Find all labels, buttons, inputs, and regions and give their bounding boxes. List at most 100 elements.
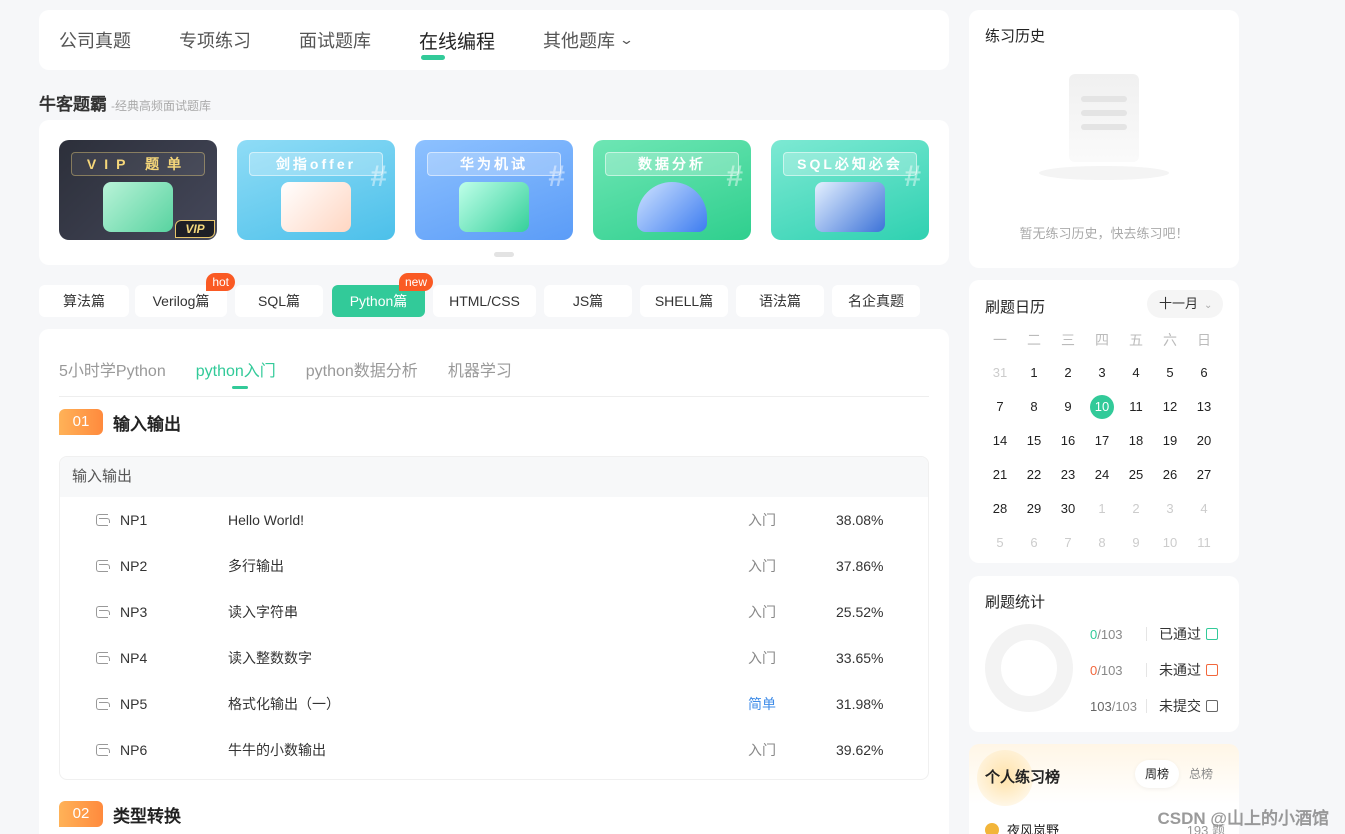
carousel-indicator[interactable] — [494, 252, 514, 257]
table-row[interactable]: NP2 多行输出 入门 37.86% — [60, 543, 928, 589]
calendar-day[interactable]: 7 — [1051, 526, 1085, 560]
subtab-ml[interactable]: 机器学习 — [448, 357, 512, 381]
table-row[interactable]: NP6 牛牛的小数输出 入门 39.62% — [60, 727, 928, 773]
tab-total[interactable]: 总榜 — [1179, 760, 1223, 788]
stat-count: 103/103 — [1090, 699, 1146, 714]
question-title[interactable]: Hello World! — [228, 512, 304, 528]
rank-tabs: 周榜 总榜 — [1135, 760, 1223, 788]
calendar-day[interactable]: 18 — [1119, 424, 1153, 458]
calendar-day[interactable]: 9 — [1119, 526, 1153, 560]
calendar-day[interactable]: 7 — [983, 390, 1017, 424]
day-number: 6 — [1200, 365, 1208, 380]
question-title[interactable]: 牛牛的小数输出 — [228, 740, 326, 760]
cat-algorithm[interactable]: 算法篇 — [39, 285, 129, 317]
calendar-day[interactable]: 6 — [1187, 356, 1221, 390]
calendar-day[interactable]: 20 — [1187, 424, 1221, 458]
calendar-day[interactable]: 2 — [1051, 356, 1085, 390]
calendar-day[interactable]: 6 — [1017, 526, 1051, 560]
cat-sql[interactable]: SQL篇 — [235, 285, 323, 317]
calendar-day[interactable]: 3 — [1153, 492, 1187, 526]
calendar-day[interactable]: 2 — [1119, 492, 1153, 526]
calendar-day[interactable]: 30 — [1051, 492, 1085, 526]
calendar-day[interactable]: 21 — [983, 458, 1017, 492]
table-row[interactable]: NP5 格式化输出（一） 简单 31.98% — [60, 681, 928, 727]
calendar-day[interactable]: 11 — [1119, 390, 1153, 424]
day-number: 6 — [1030, 535, 1038, 550]
calendar-day[interactable]: 12 — [1153, 390, 1187, 424]
calendar-day[interactable]: 15 — [1017, 424, 1051, 458]
question-title[interactable]: 多行输出 — [228, 556, 284, 576]
calendar-day[interactable]: 5 — [1153, 356, 1187, 390]
calendar-day[interactable]: 4 — [1119, 356, 1153, 390]
question-title[interactable]: 格式化输出（一） — [228, 694, 340, 714]
cat-grammar[interactable]: 语法篇 — [736, 285, 824, 317]
question-title[interactable]: 读入整数数字 — [228, 648, 312, 668]
calendar-day[interactable]: 25 — [1119, 458, 1153, 492]
folder-illustration-icon — [103, 182, 173, 232]
calendar-day[interactable]: 3 — [1085, 356, 1119, 390]
day-number: 13 — [1196, 399, 1212, 414]
section-title: 输入输出 — [113, 414, 181, 434]
calendar-day[interactable]: 16 — [1051, 424, 1085, 458]
cat-label: 算法篇 — [63, 293, 105, 309]
banner-vip[interactable]: VIP 题单 VIP — [59, 140, 217, 240]
nav-interview-bank[interactable]: 面试题库 — [299, 27, 371, 53]
calendar-day[interactable]: 17 — [1085, 424, 1119, 458]
nav-online-coding[interactable]: 在线编程 — [419, 27, 495, 60]
calendar-day[interactable]: 1 — [1017, 356, 1051, 390]
nav-company-questions[interactable]: 公司真题 — [59, 27, 131, 53]
chevron-down-icon: ⌄ — [1204, 300, 1213, 311]
hot-badge: hot — [206, 273, 235, 291]
table-row[interactable]: NP3 读入字符串 入门 25.52% — [60, 589, 928, 635]
calendar-day[interactable]: 28 — [983, 492, 1017, 526]
banner-sql[interactable]: SQL必知必会 # — [771, 140, 929, 240]
calendar-day[interactable]: 27 — [1187, 458, 1221, 492]
calendar-day[interactable]: 26 — [1153, 458, 1187, 492]
day-number: 16 — [1060, 433, 1076, 448]
calendar-day[interactable]: 29 — [1017, 492, 1051, 526]
cat-python[interactable]: Python篇 new — [332, 273, 433, 317]
banner-data-analysis[interactable]: 数据分析 # — [593, 140, 751, 240]
nav-topic-practice[interactable]: 专项练习 — [179, 27, 251, 53]
calendar-day[interactable]: 31 — [983, 356, 1017, 390]
calendar-day[interactable]: 4 — [1187, 492, 1221, 526]
calendar-day[interactable]: 14 — [983, 424, 1017, 458]
subtab-5h-python[interactable]: 5小时学Python — [59, 357, 166, 381]
cat-shell[interactable]: SHELL篇 — [640, 285, 728, 317]
cat-company[interactable]: 名企真题 — [832, 285, 920, 317]
calendar-day[interactable]: 9 — [1051, 390, 1085, 424]
month-select[interactable]: 十一月 ⌄ — [1147, 290, 1223, 318]
calendar-day[interactable]: 13 — [1187, 390, 1221, 424]
calendar-day[interactable]: 22 — [1017, 458, 1051, 492]
cat-js[interactable]: JS篇 — [544, 285, 632, 317]
day-number: 11 — [1129, 399, 1143, 414]
tab-weekly[interactable]: 周榜 — [1135, 760, 1179, 788]
question-title[interactable]: 读入字符串 — [228, 602, 298, 622]
rank-user-name[interactable]: 夜风岚野 — [1007, 820, 1059, 834]
cat-verilog[interactable]: Verilog篇 hot — [135, 273, 235, 317]
cat-html-css[interactable]: HTML/CSS — [433, 285, 536, 317]
calendar-day[interactable]: 5 — [983, 526, 1017, 560]
banner-jianzhi-offer[interactable]: 剑指offer # — [237, 140, 395, 240]
question-icon — [96, 606, 110, 618]
nav-label: 公司真题 — [59, 31, 131, 51]
table-row[interactable]: NP1 Hello World! 入门 38.08% — [60, 497, 928, 543]
subtab-python-intro[interactable]: python入门 — [196, 357, 276, 389]
section-number: 01 — [59, 409, 103, 435]
banner-huawei-test[interactable]: 华为机试 # — [415, 140, 573, 240]
calendar-day[interactable]: 8 — [1085, 526, 1119, 560]
subtab-python-data[interactable]: python数据分析 — [306, 357, 418, 381]
nav-other-banks[interactable]: 其他题库 ⌄ — [543, 27, 634, 53]
calendar-day[interactable]: 11 — [1187, 526, 1221, 560]
calendar-day[interactable]: 8 — [1017, 390, 1051, 424]
day-number: 8 — [1030, 399, 1038, 414]
table-row[interactable]: NP4 读入整数数字 入门 33.65% — [60, 635, 928, 681]
calendar-day[interactable]: 24 — [1085, 458, 1119, 492]
day-number: 15 — [1026, 433, 1042, 448]
calendar-day[interactable]: 19 — [1153, 424, 1187, 458]
calendar-day[interactable]: 23 — [1051, 458, 1085, 492]
day-number: 2 — [1064, 365, 1072, 380]
calendar-day[interactable]: 10 — [1153, 526, 1187, 560]
calendar-day[interactable]: 1 — [1085, 492, 1119, 526]
calendar-day-today[interactable]: 10 — [1085, 390, 1119, 424]
